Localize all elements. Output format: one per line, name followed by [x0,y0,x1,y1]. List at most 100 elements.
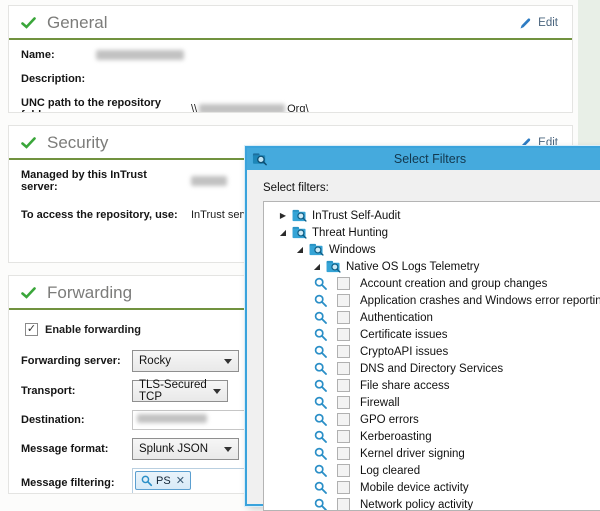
filter-item[interactable]: Authentication [264,309,600,326]
filter-label: Authentication [360,312,433,324]
message-format-dropdown[interactable]: Splunk JSON [132,438,239,460]
unc-path-prefix: \\ [191,103,197,113]
search-icon [314,345,328,359]
search-icon [314,277,328,291]
unc-path-label: UNC path to the repository folder: [21,97,185,113]
collapse-arrow-icon[interactable]: ◢ [278,228,288,237]
managed-by-value-redacted [191,176,227,186]
forwarding-server-value: Rocky [139,355,171,367]
search-icon [141,475,153,487]
filter-tag-label: PS [156,475,171,487]
chevron-down-icon [213,389,221,394]
filter-label: Certificate issues [360,329,448,341]
filter-label: File share access [360,380,449,392]
enable-forwarding-checkbox[interactable]: ✓ [25,323,38,336]
select-filters-dialog: Select Filters Select filters: ▶ InTrust… [245,146,600,506]
filter-checkbox[interactable] [337,447,350,460]
message-format-value: Splunk JSON [139,443,208,455]
filter-item[interactable]: Mobile device activity [264,479,600,496]
transport-dropdown[interactable]: TLS-Secured TCP [132,380,228,402]
collapse-arrow-icon[interactable]: ◢ [295,245,305,254]
tree-node-label: Windows [329,244,376,256]
filter-checkbox[interactable] [337,430,350,443]
chevron-down-icon [224,447,232,452]
filter-checkbox[interactable] [337,294,350,307]
search-icon [314,498,328,511]
general-edit-label: Edit [538,17,558,29]
filter-label: Mobile device activity [360,482,469,494]
tree-node-native-os-logs-telemetry[interactable]: ◢ Native OS Logs Telemetry [264,258,600,275]
filter-item[interactable]: Network policy activity [264,496,600,511]
filter-item[interactable]: Certificate issues [264,326,600,343]
destination-label: Destination: [21,414,132,426]
message-filtering-label: Message filtering: [21,477,132,489]
filter-checkbox[interactable] [337,345,350,358]
collapse-arrow-icon[interactable]: ◢ [312,262,322,271]
filter-checkbox[interactable] [337,328,350,341]
filter-item[interactable]: Account creation and group changes [264,275,600,292]
filter-item[interactable]: GPO errors [264,411,600,428]
filter-checkbox[interactable] [337,379,350,392]
transport-label: Transport: [21,385,132,397]
search-icon [314,430,328,444]
folder-search-icon [325,260,342,273]
filter-checkbox[interactable] [337,277,350,290]
managed-by-label: Managed by this InTrust server: [21,169,185,193]
message-filtering-field[interactable]: PS ✕ [132,468,252,494]
select-filters-label: Select filters: [263,182,600,194]
filter-item[interactable]: Kerberoasting [264,428,600,445]
filter-item[interactable]: Log cleared [264,462,600,479]
destination-input[interactable] [132,410,246,430]
dialog-title: Select Filters [247,152,600,166]
description-label: Description: [21,73,85,85]
enable-forwarding-label: Enable forwarding [45,324,141,336]
expand-arrow-icon[interactable]: ▶ [278,211,288,220]
forwarding-server-label: Forwarding server: [21,355,132,367]
filter-checkbox[interactable] [337,311,350,324]
pencil-icon [519,17,532,30]
filter-checkbox[interactable] [337,396,350,409]
tree-node-threat-hunting[interactable]: ◢ Threat Hunting [264,224,600,241]
filter-checkbox[interactable] [337,498,350,511]
filter-label: DNS and Directory Services [360,363,503,375]
transport-value: TLS-Secured TCP [139,379,221,403]
search-icon [314,311,328,325]
name-label: Name: [21,49,96,61]
filters-tree[interactable]: ▶ InTrust Self-Audit ◢ Threat Hunting ◢ … [263,201,600,511]
tree-node-intrust-self-audit[interactable]: ▶ InTrust Self-Audit [264,207,600,224]
name-value-redacted [96,50,184,60]
search-icon [314,413,328,427]
unc-path-redacted [199,104,285,113]
filter-checkbox[interactable] [337,464,350,477]
filter-item[interactable]: DNS and Directory Services [264,360,600,377]
search-icon [314,362,328,376]
destination-value-redacted [137,414,207,423]
filter-checkbox[interactable] [337,362,350,375]
filter-label: Account creation and group changes [360,278,547,290]
check-icon [21,287,36,299]
search-icon [314,447,328,461]
filter-checkbox[interactable] [337,413,350,426]
filter-label: GPO errors [360,414,419,426]
filter-label: CryptoAPI issues [360,346,448,358]
filter-item[interactable]: CryptoAPI issues [264,343,600,360]
folder-search-icon [291,209,308,222]
general-panel: General Edit Name: Description: UNC path… [8,5,573,113]
general-edit-button[interactable]: Edit [519,17,558,30]
check-icon [21,137,36,149]
tree-node-windows[interactable]: ◢ Windows [264,241,600,258]
filter-item[interactable]: Kernel driver signing [264,445,600,462]
filter-item[interactable]: File share access [264,377,600,394]
filter-tag[interactable]: PS ✕ [135,471,191,490]
remove-filter-icon[interactable]: ✕ [176,474,185,487]
filter-label: Kernel driver signing [360,448,465,460]
general-section-title: General [47,13,519,33]
forwarding-server-dropdown[interactable]: Rocky [132,350,239,372]
filter-label: Network policy activity [360,499,473,511]
filter-item[interactable]: Application crashes and Windows error re… [264,292,600,309]
filter-checkbox[interactable] [337,481,350,494]
search-icon [314,464,328,478]
filter-item[interactable]: Firewall [264,394,600,411]
dialog-titlebar[interactable]: Select Filters [247,148,600,170]
filter-label: Application crashes and Windows error re… [360,295,600,307]
